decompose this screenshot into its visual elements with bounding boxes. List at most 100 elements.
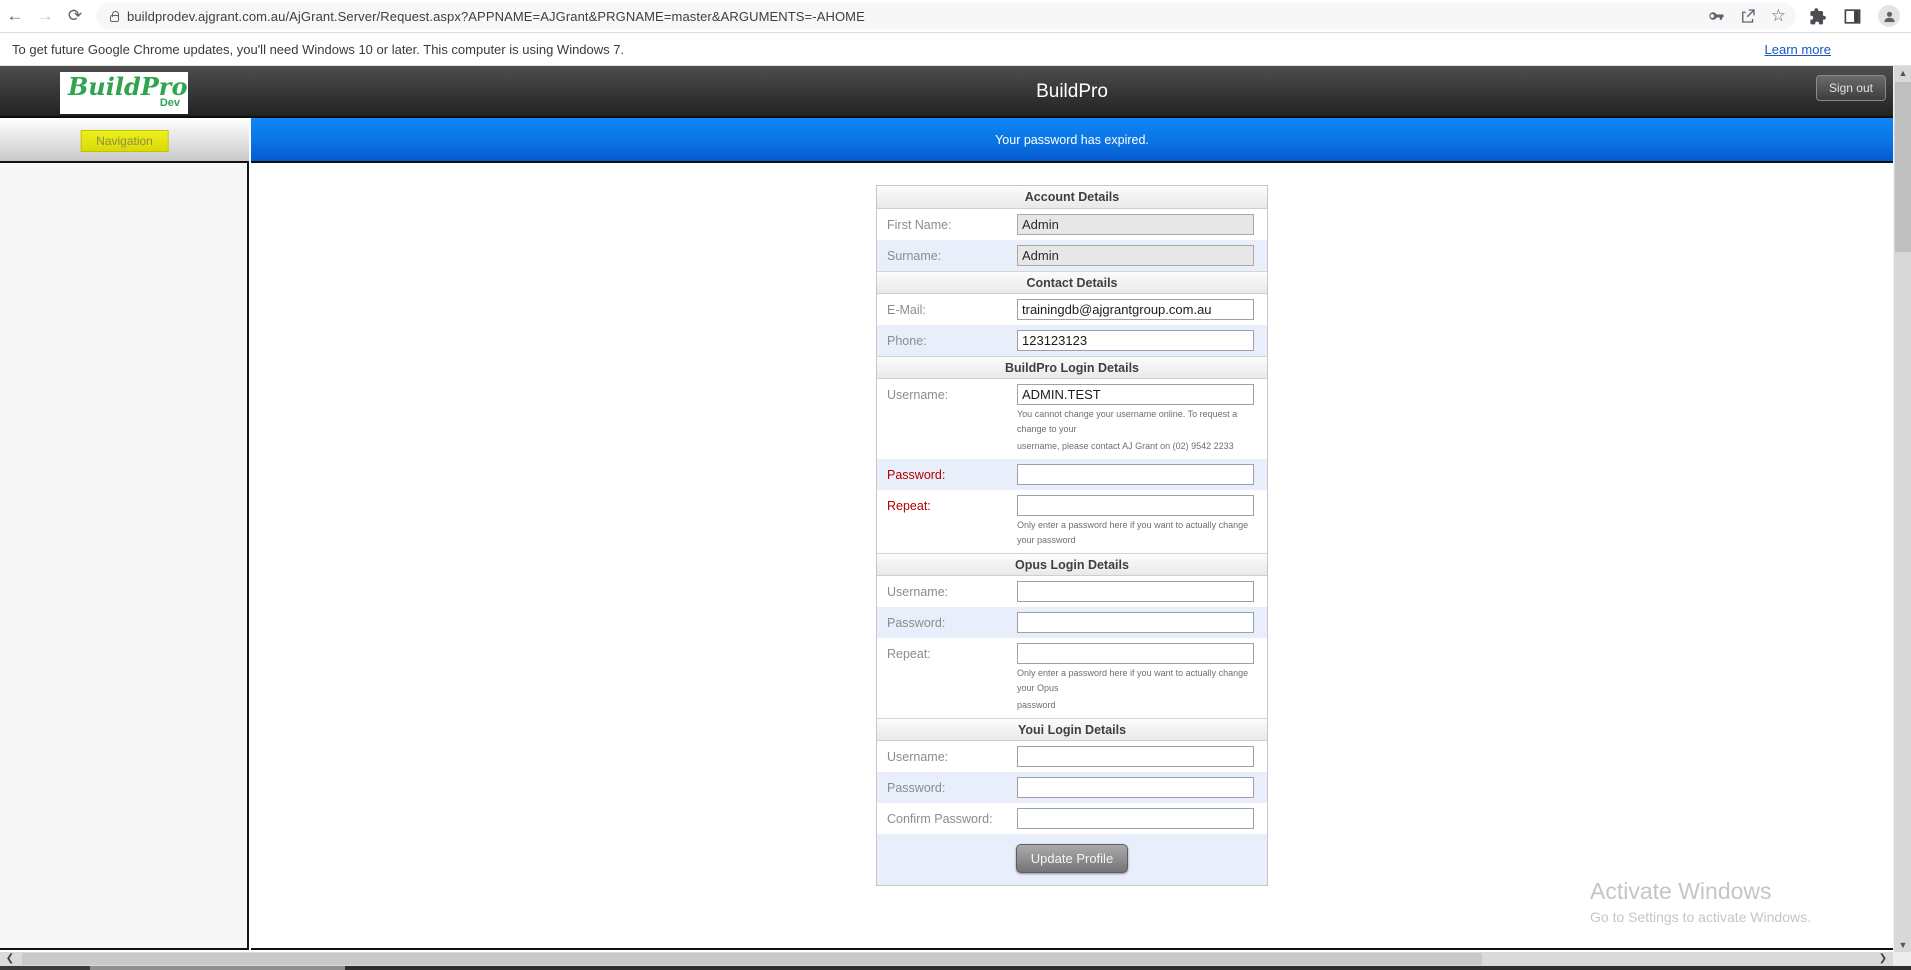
field-cell bbox=[1017, 808, 1259, 829]
vertical-scrollbar[interactable]: ▲ ▼ bbox=[1893, 66, 1911, 952]
field-cell bbox=[1017, 299, 1259, 320]
form-row: Surname: bbox=[877, 240, 1267, 271]
field-label: Username: bbox=[887, 388, 949, 402]
sub-header-row: Navigation Your password has expired. bbox=[0, 118, 1911, 163]
form-row: Repeat: Only enter a password here if you… bbox=[877, 638, 1267, 718]
field-label: Repeat: bbox=[887, 499, 931, 513]
browser-toolbar: ← → ⟳ buildprodev.ajgrant.com.au/AjGrant… bbox=[0, 0, 1911, 33]
main-content: Account Details First Name: Surname: Contac… bbox=[251, 163, 1893, 950]
taskbar-edge bbox=[0, 966, 1911, 970]
learn-more-link[interactable]: Learn more bbox=[1765, 42, 1831, 57]
surname-input bbox=[1017, 245, 1254, 266]
field-label: Confirm Password: bbox=[887, 812, 993, 826]
sidebar-nav-strip: Navigation bbox=[0, 118, 249, 163]
key-icon[interactable] bbox=[1707, 7, 1725, 25]
navigation-button[interactable]: Navigation bbox=[80, 130, 169, 152]
section-header: Contact Details bbox=[877, 271, 1267, 294]
repeat-input[interactable] bbox=[1017, 643, 1254, 664]
first-name-input bbox=[1017, 214, 1254, 235]
page-title: BuildPro bbox=[1036, 81, 1108, 102]
field-label: Password: bbox=[887, 616, 946, 630]
taskbar-active-segment bbox=[90, 966, 345, 970]
section-header: Account Details bbox=[877, 186, 1267, 209]
update-profile-button[interactable]: Update Profile bbox=[1015, 844, 1129, 873]
field-help-text: Only enter a password here if you want t… bbox=[1017, 520, 1249, 545]
form-row: Repeat: Only enter a password here if you… bbox=[877, 490, 1267, 553]
field-cell bbox=[1017, 245, 1259, 266]
field-cell bbox=[1017, 581, 1259, 602]
field-cell bbox=[1017, 214, 1259, 235]
buildpro-logo[interactable]: BuildPro Dev bbox=[60, 72, 188, 114]
username-input[interactable] bbox=[1017, 746, 1254, 767]
form-row: Password: bbox=[877, 772, 1267, 803]
horizontal-scrollbar[interactable]: ❮ ❯ bbox=[0, 952, 1893, 966]
field-label: Surname: bbox=[887, 249, 942, 263]
username-input[interactable] bbox=[1017, 581, 1254, 602]
form-row: Phone: bbox=[877, 325, 1267, 356]
toolbar-right-icons bbox=[1808, 5, 1900, 27]
app-header: BuildPro Dev BuildPro Sign out bbox=[0, 66, 1911, 118]
section-header: BuildPro Login Details bbox=[877, 356, 1267, 379]
sign-out-button[interactable]: Sign out bbox=[1815, 75, 1886, 101]
field-label: Phone: bbox=[887, 334, 927, 348]
forward-icon[interactable]: → bbox=[30, 6, 60, 26]
scroll-down-icon[interactable]: ▼ bbox=[1894, 938, 1911, 952]
repeat-input[interactable] bbox=[1017, 495, 1254, 516]
password-input[interactable] bbox=[1017, 464, 1254, 485]
confirm-password-input[interactable] bbox=[1017, 808, 1254, 829]
form-row: Password: bbox=[877, 607, 1267, 638]
form-row: E-Mail: bbox=[877, 294, 1267, 325]
form-row: Password: bbox=[877, 459, 1267, 490]
username-input[interactable] bbox=[1017, 384, 1254, 405]
form-row: Username: You cannot change your username… bbox=[877, 379, 1267, 459]
field-help-text: username, please contact AJ Grant on (02… bbox=[1017, 441, 1234, 451]
banner-message: Your password has expired. bbox=[995, 132, 1149, 147]
scroll-right-icon[interactable]: ❯ bbox=[1873, 952, 1893, 966]
form-row: Username: bbox=[877, 741, 1267, 772]
form-row: First Name: bbox=[877, 209, 1267, 240]
profile-icon[interactable] bbox=[1878, 5, 1900, 27]
field-label: Repeat: bbox=[887, 647, 931, 661]
infobar-message: To get future Google Chrome updates, you… bbox=[12, 42, 625, 57]
field-help-text: password bbox=[1017, 700, 1056, 710]
password-expired-banner: Your password has expired. bbox=[251, 118, 1893, 163]
field-help-text: Only enter a password here if you want t… bbox=[1017, 668, 1249, 693]
e-mail-input[interactable] bbox=[1017, 299, 1254, 320]
form-row: Confirm Password: bbox=[877, 803, 1267, 834]
field-label: First Name: bbox=[887, 218, 952, 232]
field-cell bbox=[1017, 612, 1259, 633]
form-row: Username: bbox=[877, 576, 1267, 607]
sidebar bbox=[0, 163, 249, 950]
reload-icon[interactable]: ⟳ bbox=[60, 6, 90, 26]
extensions-icon[interactable] bbox=[1808, 7, 1827, 26]
url-text[interactable]: buildprodev.ajgrant.com.au/AjGrant.Serve… bbox=[127, 9, 1693, 24]
chrome-infobar: To get future Google Chrome updates, you… bbox=[0, 34, 1911, 66]
field-help-text: You cannot change your username online. … bbox=[1017, 409, 1238, 434]
share-icon[interactable] bbox=[1739, 7, 1757, 25]
side-panel-icon[interactable] bbox=[1843, 7, 1862, 26]
section-header: Opus Login Details bbox=[877, 553, 1267, 576]
vertical-scroll-thumb[interactable] bbox=[1895, 82, 1911, 252]
lock-icon[interactable] bbox=[110, 10, 119, 22]
password-input[interactable] bbox=[1017, 777, 1254, 798]
field-cell: Only enter a password here if you want t… bbox=[1017, 643, 1259, 713]
watermark-title: Activate Windows bbox=[1590, 878, 1772, 904]
star-icon[interactable]: ☆ bbox=[1771, 6, 1786, 26]
field-cell bbox=[1017, 746, 1259, 767]
profile-form: Account Details First Name: Surname: Contac… bbox=[876, 185, 1268, 886]
password-input[interactable] bbox=[1017, 612, 1254, 633]
scroll-left-icon[interactable]: ❮ bbox=[0, 952, 20, 966]
field-label: Password: bbox=[887, 781, 946, 795]
field-label: Username: bbox=[887, 585, 949, 599]
field-cell bbox=[1017, 777, 1259, 798]
field-label: Password: bbox=[887, 468, 946, 482]
scroll-up-icon[interactable]: ▲ bbox=[1894, 66, 1911, 80]
address-bar[interactable]: buildprodev.ajgrant.com.au/AjGrant.Serve… bbox=[96, 3, 1796, 29]
back-icon[interactable]: ← bbox=[0, 6, 30, 26]
activate-windows-watermark: Activate Windows Go to Settings to activ… bbox=[1590, 878, 1811, 925]
field-label: Username: bbox=[887, 750, 949, 764]
phone-input[interactable] bbox=[1017, 330, 1254, 351]
watermark-subtitle: Go to Settings to activate Windows. bbox=[1590, 909, 1811, 925]
horizontal-scroll-thumb[interactable] bbox=[22, 953, 1482, 965]
field-cell bbox=[1017, 464, 1259, 485]
